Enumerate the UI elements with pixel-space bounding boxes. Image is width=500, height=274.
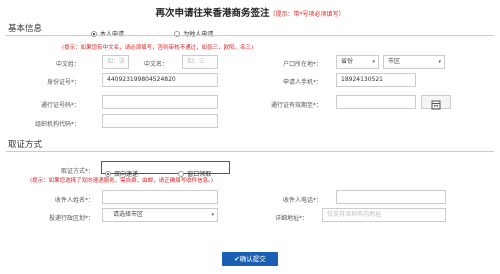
- recipient-name-label: 收件人姓名*：: [54, 197, 94, 204]
- section-divider: [6, 35, 494, 36]
- section-divider: [6, 151, 494, 152]
- chevron-down-icon: ▾: [372, 59, 375, 65]
- permit-expiry-input[interactable]: [336, 95, 416, 109]
- org-code-input[interactable]: [102, 114, 218, 128]
- recipient-name-input[interactable]: [102, 190, 218, 204]
- phone-label: 申请人手机*：: [282, 79, 322, 86]
- province-select[interactable]: 省份 ▾: [336, 55, 379, 69]
- page-title-hint: （提示：带*号项必须填写）: [269, 11, 345, 18]
- chevron-down-icon: ▾: [438, 59, 441, 65]
- section-pickup: 取证方式: [8, 140, 43, 150]
- city-select[interactable]: 市区 ▾: [383, 55, 445, 69]
- org-code-label: 组织机构代码*：: [34, 121, 80, 128]
- submit-button[interactable]: ✔确认提交: [222, 252, 278, 266]
- page-title: 再次申请往来香港商务签注（提示：带*号项必须填写）: [0, 5, 500, 19]
- express-notice: (提示：如果您选择了双向速递服务，需自费，由邮，请正确填写收件信息。): [30, 178, 214, 184]
- address-label: 详细地址*：: [274, 215, 308, 222]
- permit-input[interactable]: [102, 95, 218, 109]
- surname-input[interactable]: 如：张: [102, 55, 129, 69]
- givenname-input[interactable]: 如：三: [182, 55, 218, 69]
- applicant-radio-group: 本人申请 为他人申请: [91, 23, 213, 42]
- pickup-method-label: 取证方式*：: [60, 168, 94, 175]
- district-select[interactable]: 请选择市区 ▾: [102, 208, 218, 222]
- permit-expiry-label: 通行证有效期至*：: [270, 102, 322, 109]
- calendar-icon: [431, 100, 441, 110]
- givenname-label: 中文名：: [143, 61, 168, 68]
- district-label: 投递行政区划*：: [48, 215, 94, 222]
- section-basic-info: 基本信息: [8, 24, 43, 34]
- idno-label: 身份证号*：: [46, 79, 80, 86]
- recipient-phone-input[interactable]: [336, 190, 446, 204]
- calendar-button[interactable]: [421, 95, 451, 110]
- pickup-method-box: 双向速递 窗口领取: [101, 161, 230, 178]
- page-title-text: 再次申请往来香港商务签注: [155, 8, 270, 19]
- idno-input[interactable]: 440923199804524820: [102, 73, 218, 87]
- phone-input[interactable]: 18924130521: [336, 73, 416, 87]
- hukou-label: 户口所在地*：: [282, 61, 322, 68]
- permit-label: 通行证号码*：: [40, 102, 80, 109]
- chinese-name-notice: (提示：如果您有中文名，请必须填写，否则审核不通过，如张三，欧阳，名三): [62, 45, 254, 51]
- surname-label: 中文姓：: [55, 61, 80, 68]
- chevron-down-icon: ▾: [211, 212, 214, 218]
- address-input[interactable]: 仅支持深圳市内地址: [322, 208, 446, 222]
- recipient-phone-label: 收件人电话*：: [282, 197, 322, 204]
